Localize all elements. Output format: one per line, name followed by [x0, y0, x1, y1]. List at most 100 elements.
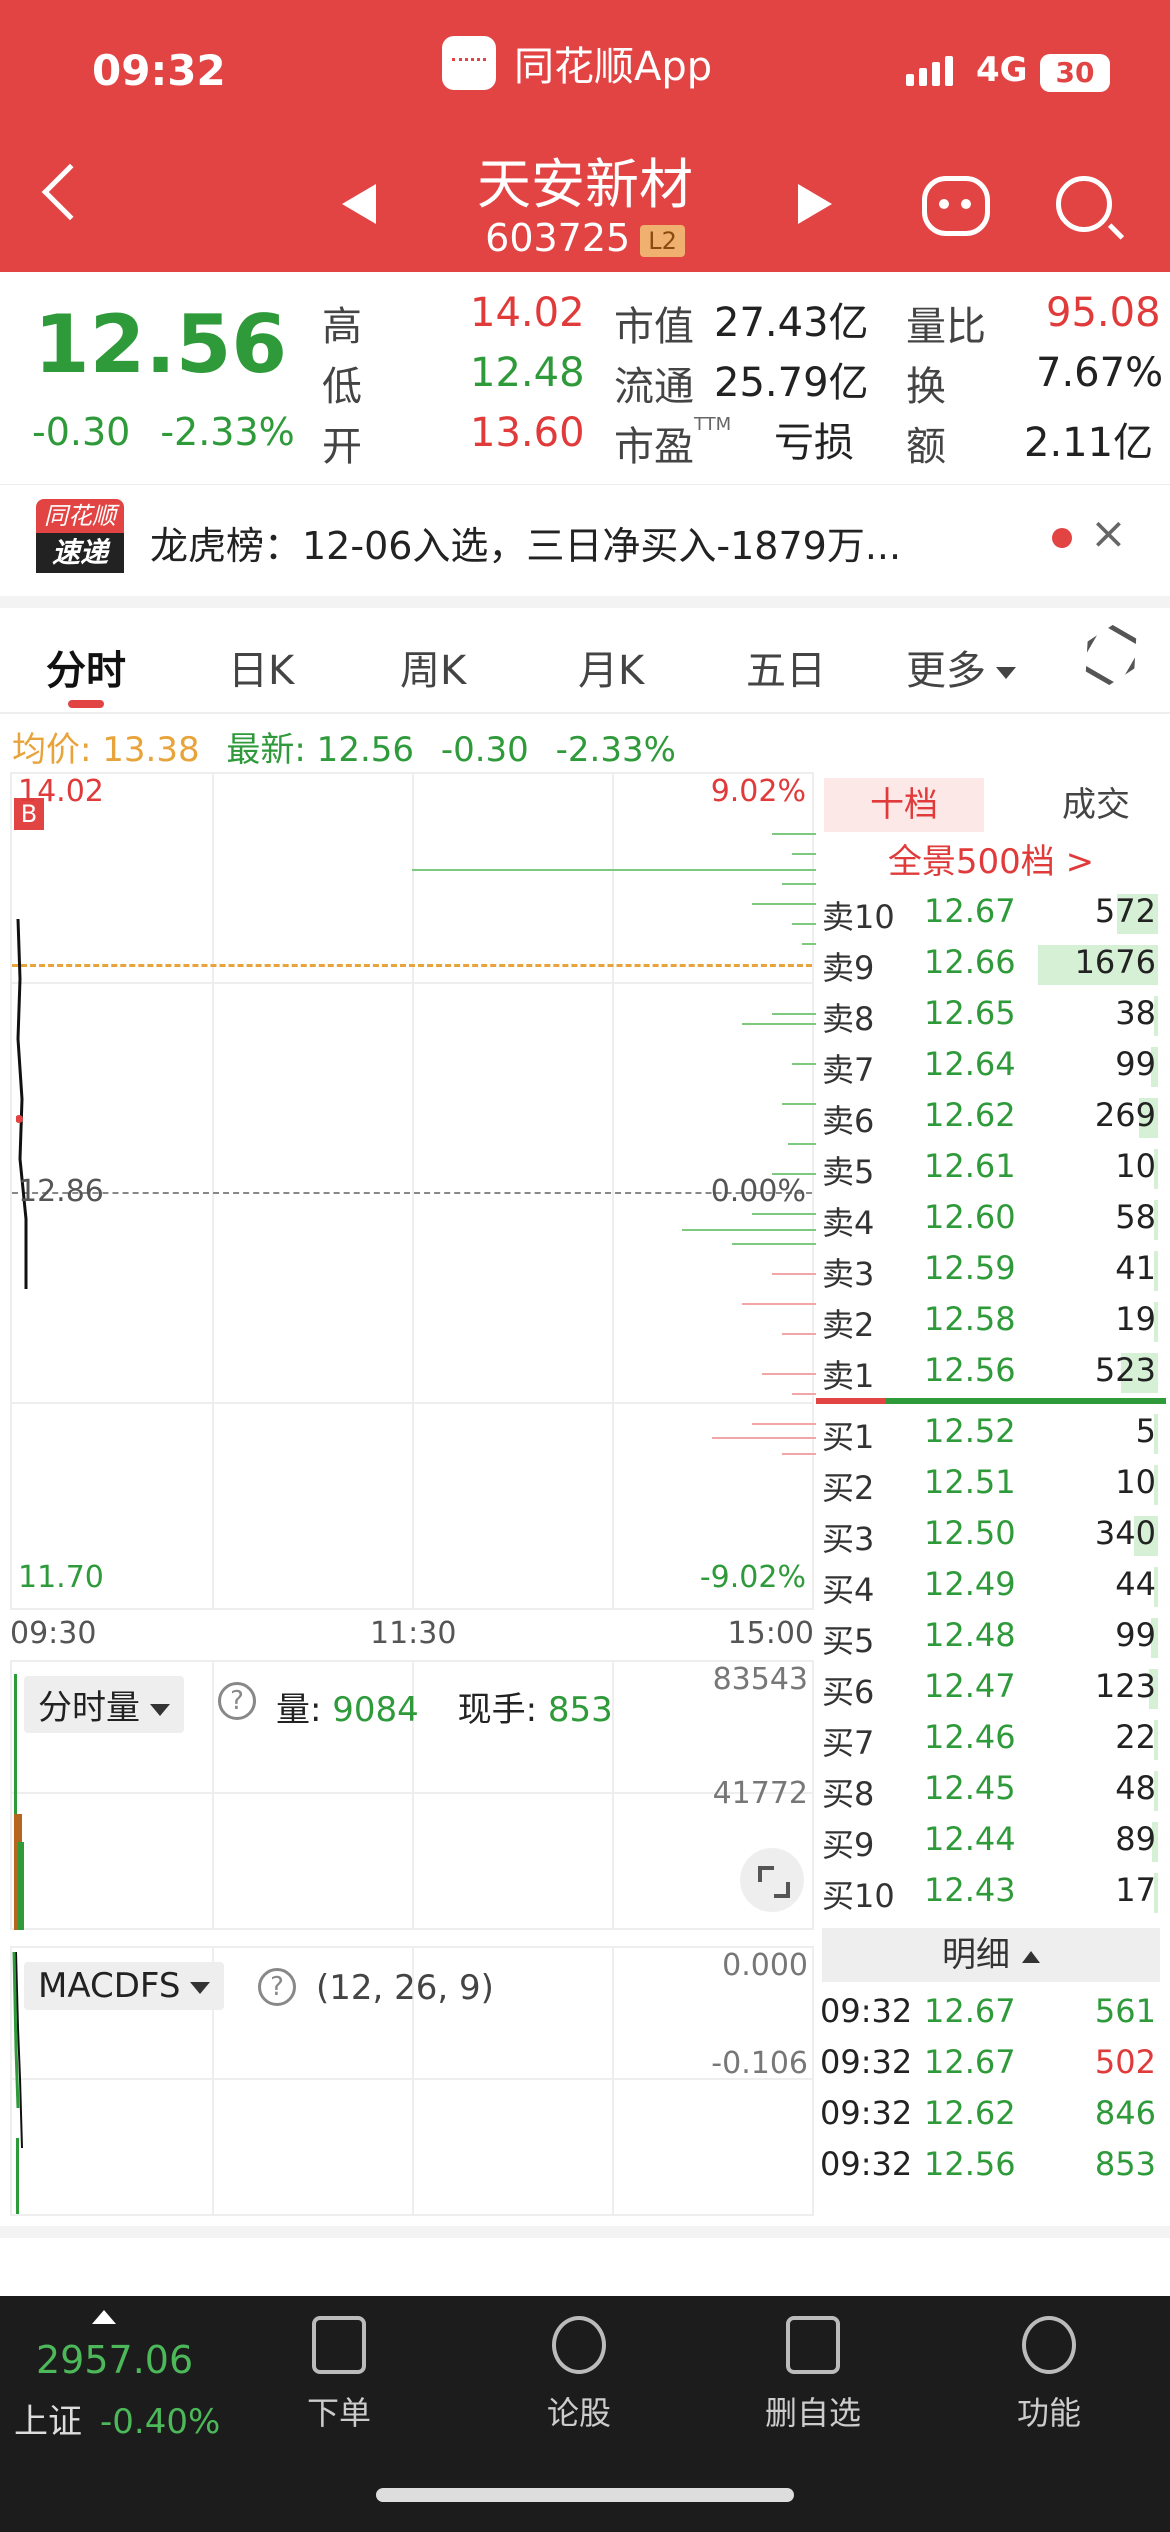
trade-time: 09:32: [820, 2145, 913, 2183]
index-line[interactable]: 上证 -0.40%: [14, 2394, 220, 2443]
nav-discuss[interactable]: 论股: [504, 2316, 654, 2434]
section-divider: [0, 2226, 1170, 2238]
tab-more[interactable]: 更多: [906, 638, 1016, 696]
macd-indicator-select[interactable]: MACDFS: [24, 1962, 225, 2010]
bid-level-label: 买10: [822, 1877, 895, 1915]
bid-qty: 5: [1135, 1412, 1156, 1450]
tab-ten-levels[interactable]: 十档: [824, 778, 984, 832]
ask-qty: 19: [1115, 1300, 1156, 1338]
ask-row[interactable]: 卖5 12.61 10: [816, 1141, 1166, 1192]
bid-row[interactable]: 买4 12.49 44: [816, 1559, 1166, 1610]
ask-row[interactable]: 卖7 12.64 99: [816, 1039, 1166, 1090]
next-stock-icon[interactable]: [798, 184, 832, 224]
help-icon[interactable]: ?: [218, 1682, 256, 1720]
bid-qty: 340: [1094, 1514, 1156, 1552]
pe-label: 市盈TTM: [614, 414, 731, 472]
ask-row[interactable]: 卖2 12.58 19: [816, 1294, 1166, 1345]
ask-row[interactable]: 卖10 12.67 572: [816, 886, 1166, 937]
ask-price: 12.64: [924, 1045, 1016, 1083]
ask-price: 12.65: [924, 994, 1016, 1032]
volume-max-label: 83543: [712, 1662, 808, 1697]
ask-row[interactable]: 卖8 12.65 38: [816, 988, 1166, 1039]
robot-assistant-icon[interactable]: [922, 176, 990, 236]
volume-indicator-select[interactable]: 分时量: [24, 1676, 184, 1733]
app-name: 同花顺App: [514, 44, 713, 90]
tab-intraday[interactable]: 分时: [46, 638, 126, 696]
help-icon[interactable]: ?: [258, 1968, 296, 2006]
ask-qty: 99: [1115, 1045, 1156, 1083]
ask-level-label: 卖5: [822, 1153, 875, 1191]
network-type: 4G: [976, 50, 1028, 90]
ask-level-label: 卖3: [822, 1255, 875, 1293]
bid-row[interactable]: 买2 12.51 10: [816, 1457, 1166, 1508]
tab-weekly-k[interactable]: 周K: [400, 638, 466, 696]
ask-price: 12.66: [924, 943, 1016, 981]
expand-up-icon[interactable]: [92, 2310, 116, 2324]
bid-row[interactable]: 买1 12.52 5: [816, 1406, 1166, 1457]
details-toggle[interactable]: 明细: [822, 1928, 1160, 1982]
open-label: 开: [322, 424, 362, 470]
home-indicator[interactable]: [376, 2488, 794, 2502]
bid-level-label: 买3: [822, 1520, 875, 1558]
book-divider: [816, 1398, 1166, 1404]
ask-price: 12.60: [924, 1198, 1016, 1236]
bid-qty: 99: [1115, 1616, 1156, 1654]
ask-row[interactable]: 卖4 12.60 58: [816, 1192, 1166, 1243]
y-zero-pct-label: 0.00%: [710, 1174, 806, 1209]
banner-logo-top: 同花顺: [36, 499, 124, 533]
app-badge: 同花顺App: [442, 34, 712, 92]
bid-row[interactable]: 买6 12.47 123: [816, 1661, 1166, 1712]
ask-row[interactable]: 卖6 12.62 269: [816, 1090, 1166, 1141]
bid-row[interactable]: 买9 12.44 89: [816, 1814, 1166, 1865]
ask-row[interactable]: 卖1 12.56 523: [816, 1345, 1166, 1396]
tab-five-day[interactable]: 五日: [746, 638, 826, 696]
trade-price: 12.62: [924, 2094, 1016, 2132]
ask-qty: 38: [1115, 994, 1156, 1032]
tab-monthly-k[interactable]: 月K: [578, 638, 644, 696]
time-start: 09:30: [10, 1616, 97, 1651]
volume-panel[interactable]: 分时量 ? 量: 9084 现手: 853 83543 41772: [10, 1660, 814, 1930]
bid-qty: 89: [1115, 1820, 1156, 1858]
tab-active-indicator: [68, 700, 104, 708]
bid-row[interactable]: 买7 12.46 22: [816, 1712, 1166, 1763]
intraday-chart[interactable]: B 14.02 9.02% 12.86 0.00% 11.70 -9.02%: [10, 772, 816, 1610]
ask-row[interactable]: 卖9 12.66 1676: [816, 937, 1166, 988]
ask-qty: 523: [1094, 1351, 1156, 1389]
ask-row[interactable]: 卖3 12.59 41: [816, 1243, 1166, 1294]
bid-row[interactable]: 买3 12.50 340: [816, 1508, 1166, 1559]
chevron-down-icon: [190, 1981, 211, 1994]
prev-close-line: [12, 1192, 812, 1194]
bid-row[interactable]: 买5 12.48 99: [816, 1610, 1166, 1661]
ask-qty: 41: [1115, 1249, 1156, 1287]
trade-volume: 853: [1094, 2145, 1156, 2183]
y-low-pct-label: -9.02%: [699, 1560, 806, 1595]
bid-row[interactable]: 买8 12.45 48: [816, 1763, 1166, 1814]
bid-level-label: 买9: [822, 1826, 875, 1864]
banner-logo: 同花顺 速递: [36, 499, 124, 575]
low-label: 低: [322, 364, 362, 410]
trade-price: 12.67: [924, 2043, 1016, 2081]
ask-price: 12.61: [924, 1147, 1016, 1185]
bid-level-label: 买5: [822, 1622, 875, 1660]
volume-ratio-label: 量比: [906, 304, 986, 350]
ask-level-label: 卖1: [822, 1357, 875, 1395]
close-icon[interactable]: ×: [1090, 508, 1127, 559]
news-banner[interactable]: 同花顺 速递 龙虎榜：12-06入选，三日净买入-1879万...: [0, 484, 1170, 596]
tab-daily-k[interactable]: 日K: [228, 638, 294, 696]
nav-place-order[interactable]: 下单: [264, 2316, 414, 2434]
panorama-500-link[interactable]: 全景500档 >: [816, 838, 1166, 886]
index-value[interactable]: 2957.06: [36, 2338, 193, 2382]
bid-level-label: 买1: [822, 1418, 875, 1456]
bid-qty: 17: [1115, 1871, 1156, 1909]
expand-icon[interactable]: [740, 1848, 804, 1912]
nav-functions[interactable]: 功能: [974, 2316, 1124, 2434]
ask-qty: 10: [1115, 1147, 1156, 1185]
index-name: 上证: [14, 2402, 82, 2442]
grid-line: [212, 1662, 214, 1928]
search-icon[interactable]: [1056, 176, 1112, 232]
tab-deals[interactable]: 成交: [1036, 778, 1156, 832]
order-book: 十档 成交 全景500档 > 卖10 12.67 572 卖9 12.66 1676 卖8 1…: [816, 772, 1166, 2192]
macd-panel[interactable]: MACDFS ? (12, 26, 9) 0.000 -0.106: [10, 1946, 814, 2216]
bid-row[interactable]: 买10 12.43 17: [816, 1865, 1166, 1916]
nav-remove-watchlist[interactable]: 删自选: [738, 2316, 888, 2434]
